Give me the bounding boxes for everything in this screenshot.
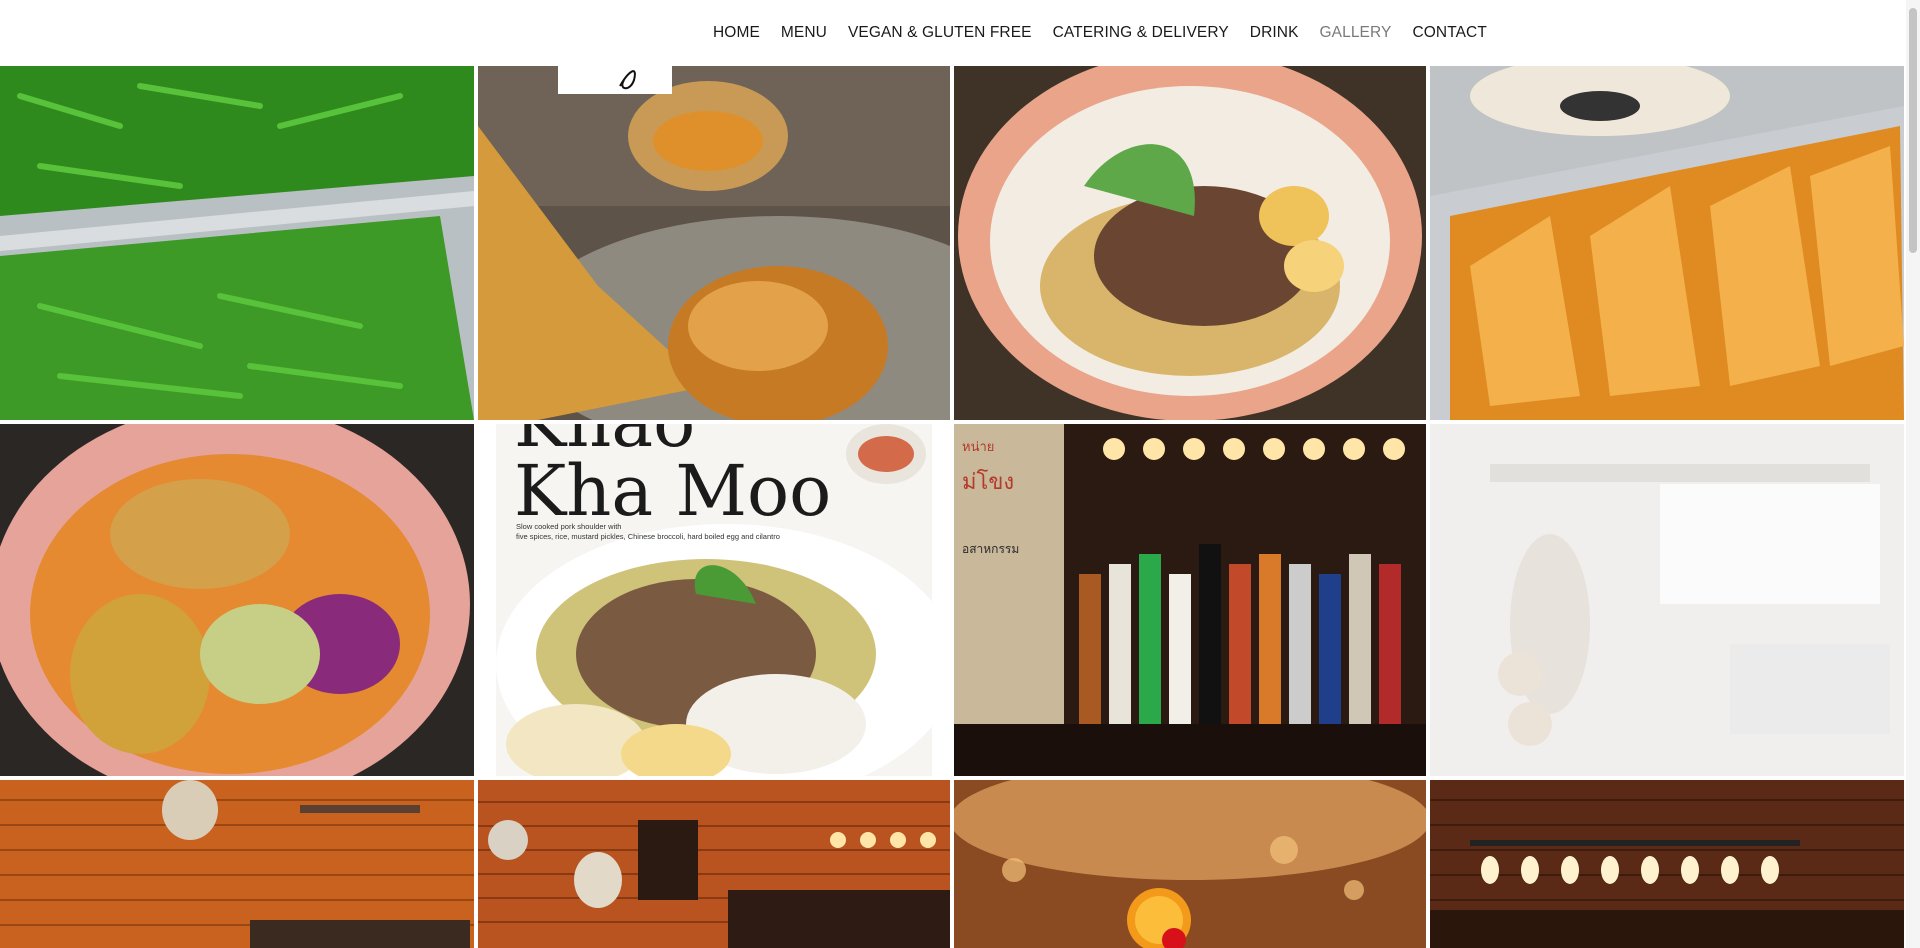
main-nav: HOME MENU VEGAN & GLUTEN FREE CATERING &… [0, 0, 1920, 66]
gallery-tile-fried-rolls[interactable] [1430, 66, 1904, 420]
poster-subtitle-line1: Slow cooked pork shoulder with [516, 522, 622, 531]
site-logo[interactable] [558, 50, 672, 94]
gallery-tile-khao-soi[interactable] [0, 424, 474, 776]
gallery-tile-kitchen-faded[interactable] [1430, 424, 1904, 776]
bar-sign-text-bottom: อสาหกรรม [962, 542, 1020, 556]
gallery-tile-khao-kha-moo-poster[interactable]: Khao Kha Moo Slow cooked pork shoulder w… [478, 424, 950, 776]
gallery-tile-brick-interior[interactable] [0, 780, 474, 948]
nav-list: HOME MENU VEGAN & GLUTEN FREE CATERING &… [713, 24, 1508, 42]
nav-menu[interactable]: MENU [781, 24, 827, 42]
poster-subtitle: Slow cooked pork shoulder with five spic… [516, 522, 836, 542]
nav-home[interactable]: HOME [713, 24, 760, 42]
nav-vegan-gluten-free[interactable]: VEGAN & GLUTEN FREE [848, 24, 1032, 42]
gallery-tile-liquor-bar[interactable]: หน่าย ม่โขง อสาหกรรม [954, 424, 1426, 776]
nav-drink[interactable]: DRINK [1250, 24, 1299, 42]
scrollbar-thumb[interactable] [1909, 8, 1917, 253]
poster-panel: Khao Kha Moo Slow cooked pork shoulder w… [496, 424, 932, 776]
gallery-tile-chicken-wing[interactable] [478, 66, 950, 420]
gallery-tile-green-beans[interactable] [0, 66, 474, 420]
gallery-tile-pendant-lights[interactable] [1430, 780, 1904, 948]
poster-title: Khao Kha Moo [514, 424, 831, 525]
gallery-grid: Khao Kha Moo Slow cooked pork shoulder w… [0, 66, 1904, 948]
bar-sign-text-mid: ม่โขง [962, 470, 1015, 495]
gallery-tile-cocktail[interactable] [954, 780, 1426, 948]
bar-sign-text-top: หน่าย [962, 440, 995, 455]
nav-contact[interactable]: CONTACT [1412, 24, 1486, 42]
nav-catering-delivery[interactable]: CATERING & DELIVERY [1053, 24, 1229, 42]
gallery-tile-brick-bar-clock[interactable] [478, 780, 950, 948]
poster-subtitle-line2: five spices, rice, mustard pickles, Chin… [516, 532, 780, 542]
page-scrollbar[interactable] [1906, 0, 1920, 948]
poster-title-line2: Kha Moo [514, 449, 832, 532]
gallery-tile-noodle-bowl[interactable] [954, 66, 1426, 420]
logo-script-icon [619, 70, 636, 90]
nav-gallery[interactable]: GALLERY [1320, 24, 1392, 42]
